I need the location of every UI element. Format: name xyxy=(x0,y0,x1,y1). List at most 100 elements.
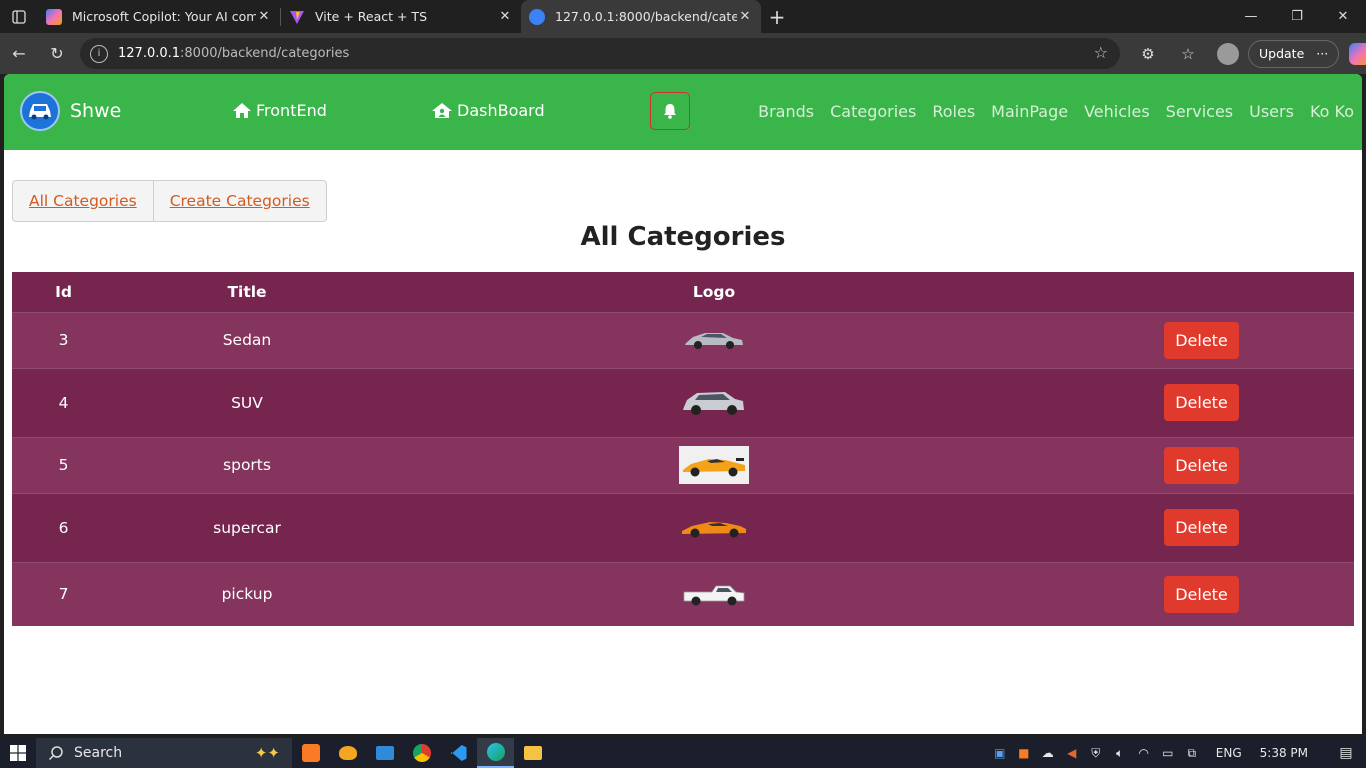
table-row: 5 sports Delete xyxy=(12,436,1354,493)
create-categories-link[interactable]: Create Categories xyxy=(152,181,326,221)
browser-tab-categories[interactable]: 127.0.0.1:8000/backend/categorie ✕ xyxy=(521,0,761,33)
profile-avatar[interactable] xyxy=(1217,42,1239,65)
favorites-icon[interactable]: ☆ xyxy=(1168,45,1208,63)
more-options-icon: ··· xyxy=(1316,46,1329,61)
delete-button[interactable]: Delete xyxy=(1164,384,1239,421)
cell-action: Delete xyxy=(1049,367,1354,437)
all-categories-link[interactable]: All Categories xyxy=(13,181,153,221)
new-tab-icon[interactable]: + xyxy=(761,5,793,29)
brand[interactable]: Shwe xyxy=(20,91,121,131)
vite-favicon-icon xyxy=(289,9,305,25)
header-action xyxy=(1049,272,1354,312)
file-explorer-icon[interactable] xyxy=(514,738,551,768)
notifications-button[interactable] xyxy=(650,92,690,130)
cell-id: 6 xyxy=(12,492,115,562)
wifi-icon[interactable]: ◠ xyxy=(1132,746,1156,760)
table-row: 3 Sedan Delete xyxy=(12,311,1354,368)
cell-logo xyxy=(379,436,1049,493)
cell-action: Delete xyxy=(1049,311,1354,368)
back-arrow-icon[interactable]: ← xyxy=(0,33,38,74)
extensions-icon[interactable]: ⚙ xyxy=(1128,45,1168,63)
table-header-row: Id Title Logo xyxy=(12,272,1354,312)
browser-toolbar: ← ↻ i 127.0.0.1:8000/backend/categories … xyxy=(0,33,1366,74)
tray-app-icon[interactable]: ▣ xyxy=(988,746,1012,760)
vscode-icon[interactable] xyxy=(440,738,477,768)
restore-icon[interactable]: ❐ xyxy=(1274,0,1320,33)
menu-categories[interactable]: Categories xyxy=(830,102,916,121)
menu-users[interactable]: Users xyxy=(1249,102,1294,121)
chrome-icon[interactable] xyxy=(403,738,440,768)
tab-title: Vite + React + TS xyxy=(315,9,427,24)
close-window-icon[interactable]: ✕ xyxy=(1320,0,1366,33)
cell-title: SUV xyxy=(115,367,379,437)
frontend-link[interactable]: FrontEnd xyxy=(232,101,327,120)
cell-logo xyxy=(379,561,1049,626)
suv-car-icon xyxy=(679,384,749,422)
menu-brands[interactable]: Brands xyxy=(758,102,814,121)
delete-button[interactable]: Delete xyxy=(1164,575,1239,613)
cell-title: sports xyxy=(115,436,379,493)
notification-center-icon[interactable]: ▤ xyxy=(1326,745,1366,761)
brand-car-logo-icon xyxy=(20,91,60,131)
cell-id: 7 xyxy=(12,561,115,626)
battery-icon[interactable]: ▭ xyxy=(1156,746,1180,760)
page-title: All Categories xyxy=(580,222,786,252)
category-subnav: All Categories Create Categories xyxy=(12,180,327,222)
cell-logo xyxy=(379,367,1049,437)
close-tab-icon[interactable]: ✕ xyxy=(256,9,272,24)
browser-tab-copilot[interactable]: Microsoft Copilot: Your AI compa ✕ xyxy=(38,0,280,33)
cell-title: Sedan xyxy=(115,311,379,368)
xampp-tray-icon[interactable]: ■ xyxy=(1012,746,1036,760)
edge-browser-icon[interactable] xyxy=(477,738,514,768)
globe-favicon-icon xyxy=(529,8,545,25)
cell-id: 5 xyxy=(12,436,115,493)
bell-icon xyxy=(664,104,676,119)
clock[interactable]: 5:38 PM xyxy=(1260,746,1308,760)
security-shield-icon[interactable]: ⛨ xyxy=(1084,746,1108,761)
taskbar-search[interactable]: Search ✦✦ xyxy=(36,738,292,768)
menu-mainpage[interactable]: MainPage xyxy=(991,102,1068,121)
language-indicator[interactable]: ENG xyxy=(1216,746,1242,760)
minimize-icon[interactable]: — xyxy=(1228,0,1274,33)
table-row: 7 pickup Delete xyxy=(12,561,1354,626)
update-button[interactable]: Update ··· xyxy=(1248,39,1340,68)
volume-icon[interactable]: 🔈︎ xyxy=(1108,746,1132,761)
favorite-star-icon[interactable]: ☆ xyxy=(1094,43,1108,62)
browser-tab-vite[interactable]: Vite + React + TS ✕ xyxy=(281,0,521,33)
onedrive-icon[interactable]: ☁ xyxy=(1036,746,1060,760)
sedan-car-icon xyxy=(679,321,749,359)
cell-action: Delete xyxy=(1049,492,1354,562)
xampp-app-icon[interactable] xyxy=(292,738,329,768)
admin-menu: Brands Categories Roles MainPage Vehicle… xyxy=(758,102,1354,121)
delete-button[interactable]: Delete xyxy=(1164,509,1239,546)
table-row: 4 SUV Delete xyxy=(12,367,1354,437)
copilot-icon[interactable] xyxy=(1349,42,1366,65)
header-title: Title xyxy=(115,272,379,312)
menu-roles[interactable]: Roles xyxy=(932,102,975,121)
site-info-icon[interactable]: i xyxy=(90,44,108,63)
desktop-app-icon[interactable] xyxy=(366,738,403,768)
table-row: 6 supercar Delete xyxy=(12,492,1354,562)
tab-actions-icon[interactable] xyxy=(0,0,38,33)
delete-button[interactable]: Delete xyxy=(1164,446,1239,484)
close-tab-icon[interactable]: ✕ xyxy=(497,9,513,24)
app-navbar: Shwe FrontEnd DashBoard Brands Categorie… xyxy=(4,74,1362,150)
cell-title: supercar xyxy=(115,492,379,562)
dashboard-link[interactable]: DashBoard xyxy=(432,101,545,120)
app-icon[interactable] xyxy=(329,738,366,768)
toolbar-right: ⚙ ☆ Update ··· xyxy=(1128,33,1366,74)
menu-services[interactable]: Services xyxy=(1166,102,1233,121)
address-bar[interactable]: i 127.0.0.1:8000/backend/categories ☆ xyxy=(80,38,1120,69)
cell-title: pickup xyxy=(115,561,379,626)
windows-start-icon[interactable] xyxy=(0,745,36,761)
display-icon[interactable]: ⧉ xyxy=(1180,746,1204,761)
tab-title: Microsoft Copilot: Your AI compa xyxy=(72,9,256,24)
delete-button[interactable]: Delete xyxy=(1164,321,1239,359)
menu-user-name[interactable]: Ko Ko xyxy=(1310,102,1354,121)
close-tab-icon[interactable]: ✕ xyxy=(737,9,753,24)
reload-icon[interactable]: ↻ xyxy=(38,33,76,74)
menu-vehicles[interactable]: Vehicles xyxy=(1084,102,1150,121)
tray-arrow-icon[interactable]: ◀ xyxy=(1060,746,1084,760)
categories-table: Id Title Logo 3 Sedan Delete 4 SUV Delet… xyxy=(12,272,1354,626)
brand-name: Shwe xyxy=(70,100,122,122)
